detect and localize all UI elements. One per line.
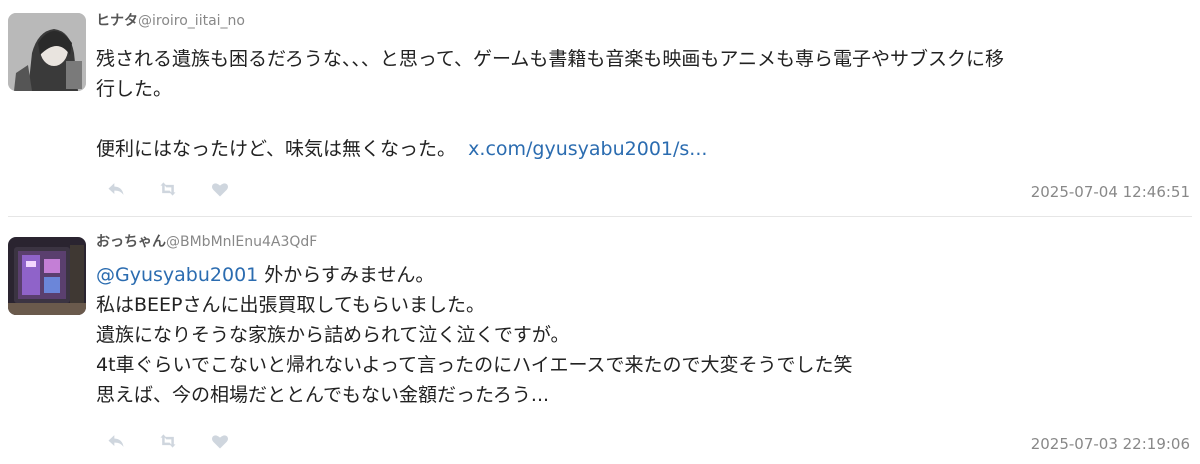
tweet-text-line: 残される遺族も困るだろうな、、、と思って、ゲームも書籍も音楽も映画もアニメも専ら… xyxy=(96,48,1005,70)
author-handle[interactable]: @iroiro_iitai_no xyxy=(138,13,245,29)
tweet-text-line: 4t車ぐらいでこないと帰れないよって言ったのにハイエースで来たので大変そうでした… xyxy=(96,354,853,376)
timestamp[interactable]: 2025-07-03 22:19:06 xyxy=(1031,435,1190,453)
avatar[interactable] xyxy=(8,13,86,91)
retweet-button[interactable] xyxy=(156,429,180,453)
retweet-icon xyxy=(160,182,176,196)
tweet-text-line: 思えば、今の相場だととんでもない金額だったろう... xyxy=(96,384,550,406)
tweet-text-line: 便利にはなったけど、味気は無くなった。 x.com/gyusyabu2001/s… xyxy=(96,134,1192,164)
reply-button[interactable] xyxy=(104,429,128,453)
tweet-text-line: 行した。 xyxy=(96,78,173,100)
author-name[interactable]: ヒナタ xyxy=(96,13,138,29)
author-name[interactable]: おっちゃん xyxy=(96,234,166,250)
tweet-text-line: @Gyusyabu2001 外からすみません。 xyxy=(96,260,1192,290)
reply-icon xyxy=(108,435,124,447)
author-line: おっちゃん@BMbMnlEnu4A3QdF xyxy=(96,233,317,251)
avatar-image xyxy=(8,13,86,91)
timestamp[interactable]: 2025-07-04 12:46:51 xyxy=(1031,183,1190,201)
tweet-item: ヒナタ@iroiro_iitai_no 残される遺族も困るだろうな、、、と思って… xyxy=(0,0,1200,217)
tweet-text-line: 遺族になりそうな家族から詰められて泣く泣くですが。 xyxy=(96,324,570,346)
retweet-button[interactable] xyxy=(156,177,180,201)
tweet-actions xyxy=(104,177,260,201)
reply-button[interactable] xyxy=(104,177,128,201)
tweet-text: @Gyusyabu2001 外からすみません。 私はBEEPさんに出張買取しても… xyxy=(96,260,1192,410)
like-icon xyxy=(211,435,229,449)
retweet-icon xyxy=(160,434,176,448)
tweet-text-segment: 便利にはなったけど、味気は無くなった。 xyxy=(96,138,457,160)
like-icon xyxy=(211,183,229,197)
tweet-text-segment: 外からすみません。 xyxy=(258,264,435,286)
tweet-item: おっちゃん@BMbMnlEnu4A3QdF @Gyusyabu2001 外からす… xyxy=(0,217,1200,464)
avatar[interactable] xyxy=(8,237,86,315)
author-handle[interactable]: @BMbMnlEnu4A3QdF xyxy=(166,234,317,250)
like-button[interactable] xyxy=(208,177,232,201)
tweet-actions xyxy=(104,429,260,453)
reply-icon xyxy=(108,183,124,195)
author-line: ヒナタ@iroiro_iitai_no xyxy=(96,12,245,30)
tweet-text: 残される遺族も困るだろうな、、、と思って、ゲームも書籍も音楽も映画もアニメも専ら… xyxy=(96,44,1192,164)
quoted-link[interactable]: x.com/gyusyabu2001/s... xyxy=(468,138,707,160)
avatar-image xyxy=(8,237,86,315)
tweet-text-line: 私はBEEPさんに出張買取してもらいました。 xyxy=(96,294,485,316)
mention-link[interactable]: @Gyusyabu2001 xyxy=(96,264,258,286)
like-button[interactable] xyxy=(208,429,232,453)
